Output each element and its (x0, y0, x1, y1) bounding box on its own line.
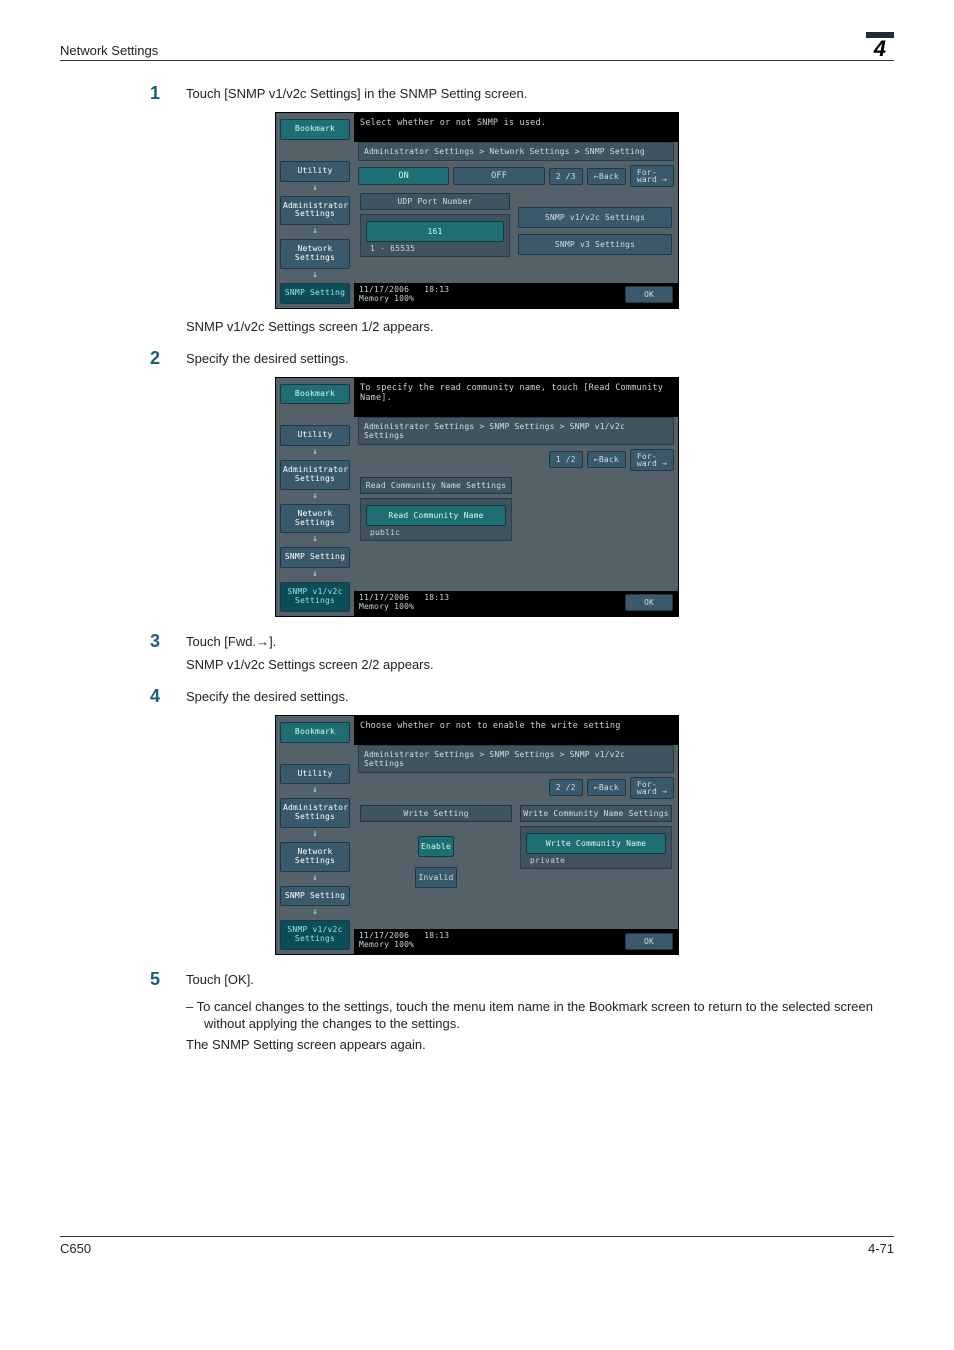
write-community-value: private (526, 856, 666, 865)
nav-v1v2c[interactable]: SNMP v1/v2c Settings (280, 582, 350, 612)
status-datetime: 11/17/2006 18:13 Memory 100% (359, 932, 449, 950)
breadcrumb: Administrator Settings > SNMP Settings >… (358, 745, 674, 773)
nav-network[interactable]: Network Settings (280, 504, 350, 534)
udp-port-value[interactable]: 161 (366, 221, 504, 242)
nav-arrow-icon: ↓ (280, 447, 350, 457)
snmp-v3-button[interactable]: SNMP v3 Settings (518, 234, 672, 255)
page-indicator: 1 /2 (549, 451, 583, 468)
status-datetime: 11/17/2006 18:13 Memory 100% (359, 594, 449, 612)
nav-arrow-icon: ↓ (280, 907, 350, 917)
screenshot-2: Bookmark Utility ↓ Administrator Setting… (275, 377, 679, 617)
nav-arrow-icon: ↓ (280, 226, 350, 236)
step-5-text: Touch [OK]. (186, 969, 894, 990)
enable-button[interactable]: Enable (418, 836, 454, 857)
status-datetime: 11/17/2006 18:13 Memory 100% (359, 286, 449, 304)
udp-port-title: UDP Port Number (360, 193, 510, 210)
nav-network[interactable]: Network Settings (280, 842, 350, 872)
nav-utility[interactable]: Utility (280, 425, 350, 446)
breadcrumb: Administrator Settings > Network Setting… (358, 142, 674, 161)
page-indicator: 2 /3 (549, 168, 583, 185)
forward-button[interactable]: For- ward → (630, 449, 674, 471)
screenshot-3: Bookmark Utility ↓ Administrator Setting… (275, 715, 679, 955)
step-3-number: 3 (150, 631, 168, 672)
write-setting-title: Write Setting (360, 805, 512, 822)
step-1-text: Touch [SNMP v1/v2c Settings] in the SNMP… (186, 83, 894, 104)
nav-arrow-icon: ↓ (280, 569, 350, 579)
back-button[interactable]: ←Back (587, 451, 626, 468)
nav-v1v2c[interactable]: SNMP v1/v2c Settings (280, 920, 350, 950)
nav-admin[interactable]: Administrator Settings (280, 196, 350, 226)
ok-button[interactable]: OK (625, 933, 673, 950)
nav-snmp[interactable]: SNMP Setting (280, 283, 350, 304)
step-5-result: The SNMP Setting screen appears again. (186, 1037, 894, 1052)
screen-instruction: Select whether or not SNMP is used. (354, 113, 678, 142)
step-3-result: SNMP v1/v2c Settings screen 2/2 appears. (186, 657, 894, 672)
ok-button[interactable]: OK (625, 286, 673, 303)
nav-admin[interactable]: Administrator Settings (280, 798, 350, 828)
page-header: Network Settings (60, 43, 158, 58)
on-tab[interactable]: ON (358, 167, 449, 185)
invalid-button[interactable]: Invalid (415, 867, 456, 888)
forward-button[interactable]: For- ward → (630, 165, 674, 187)
nav-snmp[interactable]: SNMP Setting (280, 886, 350, 907)
nav-arrow-icon: ↓ (280, 270, 350, 280)
forward-button[interactable]: For- ward → (630, 777, 674, 799)
step-5-note: – To cancel changes to the settings, tou… (186, 998, 894, 1033)
step-4-text: Specify the desired settings. (186, 686, 894, 707)
nav-arrow-icon: ↓ (280, 183, 350, 193)
nav-arrow-icon: ↓ (280, 873, 350, 883)
breadcrumb: Administrator Settings > SNMP Settings >… (358, 417, 674, 445)
read-community-value: public (366, 528, 506, 537)
udp-port-range: 1 - 65535 (366, 244, 504, 253)
screen-instruction: Choose whether or not to enable the writ… (354, 716, 678, 745)
nav-network[interactable]: Network Settings (280, 239, 350, 269)
nav-utility[interactable]: Utility (280, 161, 350, 182)
bookmark-button[interactable]: Bookmark (280, 722, 350, 743)
nav-arrow-icon: ↓ (280, 491, 350, 501)
bookmark-button[interactable]: Bookmark (280, 119, 350, 140)
step-2-text: Specify the desired settings. (186, 348, 894, 369)
nav-arrow-icon: ↓ (280, 785, 350, 795)
step-4-number: 4 (150, 686, 168, 707)
bookmark-button[interactable]: Bookmark (280, 384, 350, 405)
page-indicator: 2 /2 (549, 779, 583, 796)
ok-button[interactable]: OK (625, 594, 673, 611)
nav-arrow-icon: ↓ (280, 534, 350, 544)
step-3-text: Touch [Fwd.→]. (186, 634, 894, 649)
chapter-number: 4 (866, 32, 894, 60)
step-1-number: 1 (150, 83, 168, 104)
back-button[interactable]: ←Back (587, 779, 626, 796)
nav-arrow-icon: ↓ (280, 829, 350, 839)
nav-snmp[interactable]: SNMP Setting (280, 547, 350, 568)
nav-admin[interactable]: Administrator Settings (280, 460, 350, 490)
screenshot-1: Bookmark Utility ↓ Administrator Setting… (275, 112, 679, 309)
snmp-v1v2c-button[interactable]: SNMP v1/v2c Settings (518, 207, 672, 228)
step-2-number: 2 (150, 348, 168, 369)
screen-instruction: To specify the read community name, touc… (354, 378, 678, 417)
write-community-title: Write Community Name Settings (520, 805, 672, 822)
back-button[interactable]: ←Back (587, 168, 626, 185)
nav-utility[interactable]: Utility (280, 764, 350, 785)
off-tab[interactable]: OFF (453, 167, 544, 185)
footer-right: 4-71 (868, 1241, 894, 1256)
read-community-button[interactable]: Read Community Name (366, 505, 506, 526)
footer-left: C650 (60, 1241, 91, 1256)
write-community-button[interactable]: Write Community Name (526, 833, 666, 854)
step-5-number: 5 (150, 969, 168, 990)
step-1-result: SNMP v1/v2c Settings screen 1/2 appears. (186, 319, 894, 334)
read-community-title: Read Community Name Settings (360, 477, 512, 494)
